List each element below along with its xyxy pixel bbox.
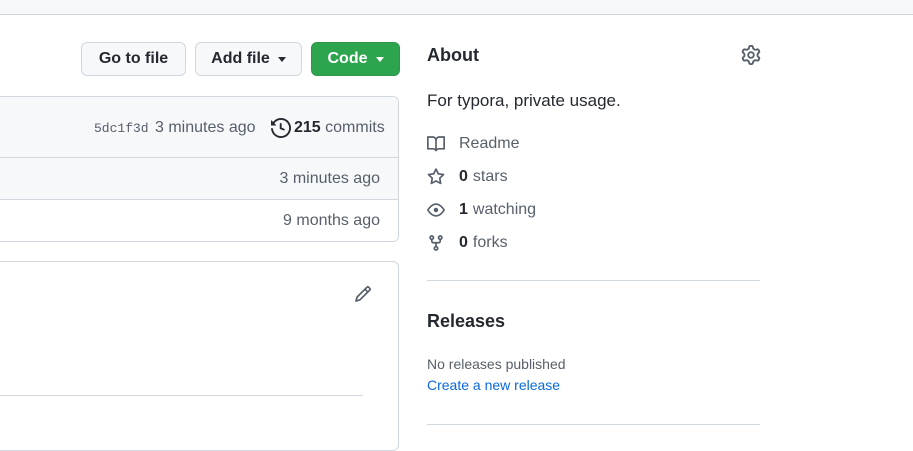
fork-icon xyxy=(429,235,443,251)
table-row: 9 months ago xyxy=(0,200,398,241)
releases-heading[interactable]: Releases xyxy=(427,311,505,332)
stars-label: stars xyxy=(472,168,508,185)
commits-label: commits xyxy=(325,119,385,136)
stars-link[interactable]: 0 stars xyxy=(427,166,508,188)
about-heading: About xyxy=(427,45,479,65)
divider xyxy=(0,395,363,396)
readme-link[interactable]: Readme xyxy=(427,133,519,155)
stars-count: 0 xyxy=(459,168,468,185)
go-to-file-button[interactable]: Go to file xyxy=(81,42,186,76)
top-bar xyxy=(0,0,913,15)
divider xyxy=(427,424,760,425)
forks-count: 0 xyxy=(459,234,468,251)
forks-label: forks xyxy=(472,234,508,251)
readme-label: Readme xyxy=(459,135,520,152)
about-description: For typora, private usage. xyxy=(427,91,621,110)
book-icon xyxy=(427,136,445,152)
caret-down-icon xyxy=(375,56,384,62)
forks-link[interactable]: 0 forks xyxy=(427,232,508,254)
star-icon xyxy=(427,168,445,185)
eye-icon xyxy=(427,203,445,217)
watching-label: watching xyxy=(472,201,537,218)
commits-count: 215 xyxy=(294,119,321,136)
commit-time[interactable]: 3 minutes ago xyxy=(155,119,256,137)
add-file-button[interactable]: Add file xyxy=(195,42,302,76)
row-time[interactable]: 3 minutes ago xyxy=(279,170,380,188)
latest-commit-row: 5dc1f3d 3 minutes ago 215 commits xyxy=(0,97,398,158)
create-release-link[interactable]: Create a new release xyxy=(427,377,560,393)
readme-panel xyxy=(0,261,399,451)
no-releases-text: No releases published xyxy=(427,356,566,372)
pencil-icon[interactable] xyxy=(354,285,372,303)
commits-link[interactable]: 215 commits xyxy=(294,119,385,137)
watching-link[interactable]: 1 watching xyxy=(427,199,536,221)
file-listing: 5dc1f3d 3 minutes ago 215 commits 3 minu… xyxy=(0,96,399,242)
code-button[interactable]: Code xyxy=(311,42,400,76)
code-label: Code xyxy=(327,50,368,67)
table-row: 3 minutes ago xyxy=(0,158,398,200)
add-file-label: Add file xyxy=(211,50,270,67)
watching-count: 1 xyxy=(459,201,468,218)
gear-icon[interactable] xyxy=(741,45,761,65)
history-icon xyxy=(271,118,291,138)
row-time[interactable]: 9 months ago xyxy=(283,212,380,230)
commit-sha-link[interactable]: 5dc1f3d xyxy=(94,121,149,136)
go-to-file-label: Go to file xyxy=(98,50,169,67)
divider xyxy=(427,280,760,281)
caret-down-icon xyxy=(277,56,286,62)
